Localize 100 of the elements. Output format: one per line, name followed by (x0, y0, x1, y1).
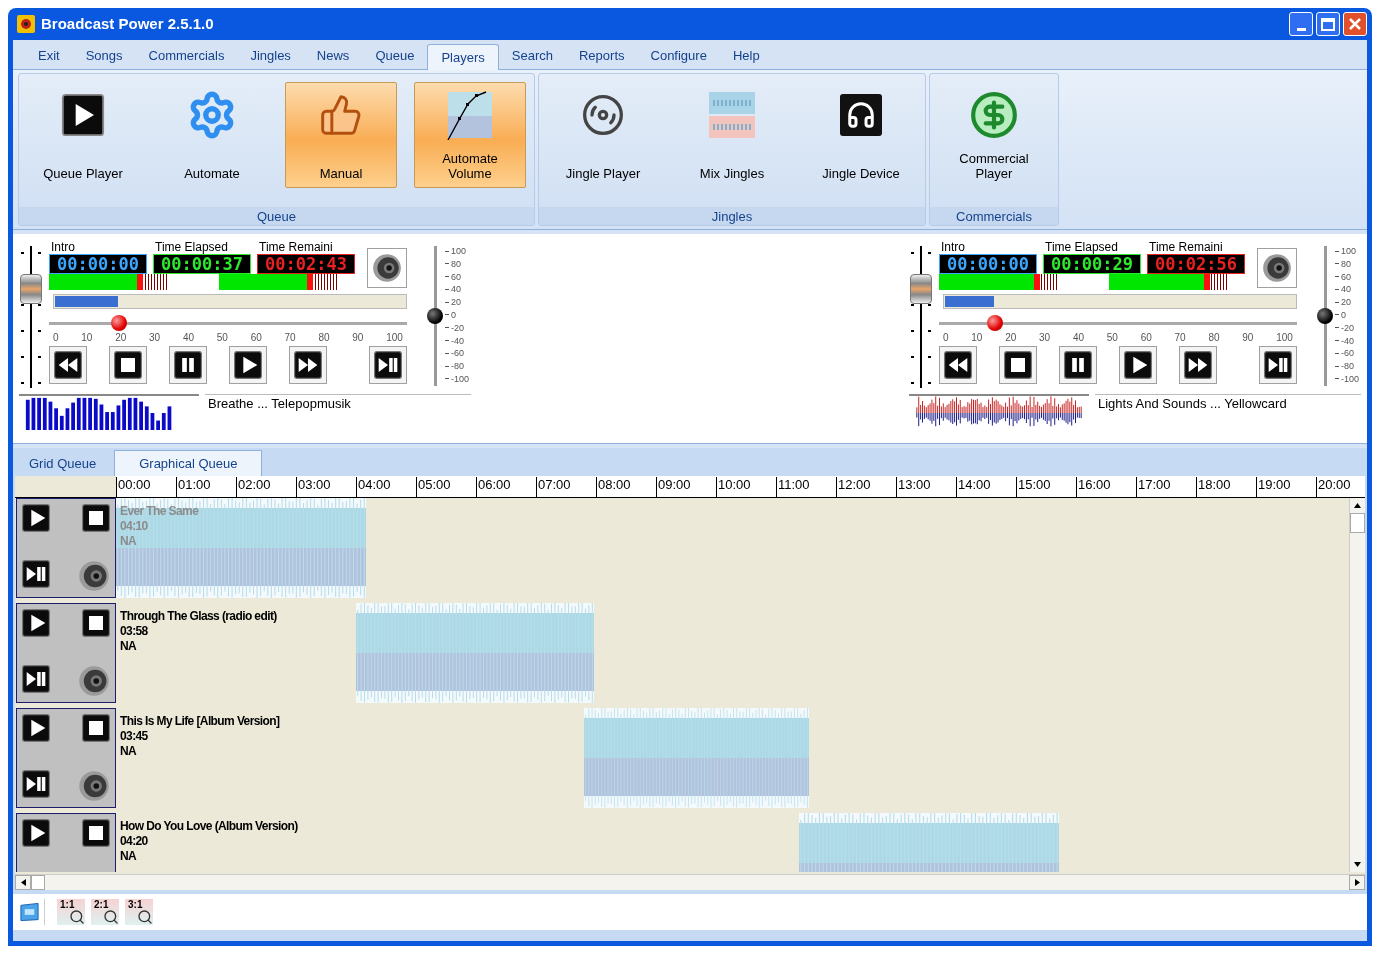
pause-button[interactable] (169, 346, 207, 384)
stop-button[interactable] (109, 346, 147, 384)
pause-button[interactable] (1059, 346, 1097, 384)
menu-tab[interactable]: News (303, 43, 363, 69)
ribbon-button[interactable]: Commercial Player (938, 82, 1050, 188)
fader[interactable] (909, 246, 933, 388)
ribbon-button[interactable]: Jingle Player (547, 82, 659, 188)
scrollbar-thumb[interactable] (1350, 513, 1365, 533)
menu-tab[interactable]: Reports (566, 43, 638, 69)
time-label: 07:00 (536, 477, 571, 497)
zoom-button[interactable]: 1:1 (57, 899, 85, 925)
play-pause-button[interactable] (19, 767, 53, 801)
zoom-button[interactable]: 2:1 (91, 899, 119, 925)
scale-label: 40 (1341, 284, 1351, 295)
ribbon-button[interactable]: Mix Jingles (676, 82, 788, 188)
scale-label: -40 (1341, 335, 1354, 346)
scale-label: 40 (182, 332, 195, 344)
timer-label: Time Remaini (258, 240, 334, 254)
fader[interactable] (19, 246, 43, 388)
speaker-icon (77, 769, 111, 803)
ribbon-button[interactable]: Automate (156, 82, 268, 188)
scroll-down-icon[interactable] (1354, 862, 1361, 867)
magnifier-icon (137, 909, 153, 925)
stop-button[interactable] (79, 606, 113, 640)
speaker-icon (371, 252, 403, 284)
play-pause-button[interactable] (19, 662, 53, 696)
rewind-icon (54, 351, 82, 379)
ribbon-button[interactable]: Queue Player (27, 82, 139, 188)
horizontal-scrollbar[interactable] (15, 874, 1365, 890)
scroll-left-icon[interactable] (20, 879, 26, 886)
volume-slider[interactable] (1317, 246, 1333, 386)
play-icon (22, 609, 50, 637)
menu-tab[interactable]: Commercials (135, 43, 238, 69)
queue-tab[interactable]: Graphical Queue (114, 450, 263, 476)
magnifier-icon (69, 909, 85, 925)
play-button[interactable] (19, 501, 53, 535)
position-slider[interactable] (49, 315, 407, 331)
time-display: 00:00:00 (939, 254, 1037, 274)
play-pause-button[interactable] (369, 346, 407, 384)
fast-forward-button[interactable] (289, 346, 327, 384)
close-button[interactable] (1343, 12, 1367, 36)
menu-tab[interactable]: Help (719, 43, 773, 69)
timer-label: Time Elapsed (1044, 240, 1119, 254)
stop-icon (82, 504, 110, 532)
time-label: 16:00 (1076, 477, 1111, 497)
play-button[interactable] (229, 346, 267, 384)
menu-tab[interactable]: Search (498, 43, 566, 69)
play-button[interactable] (19, 816, 53, 850)
scale-label: 80 (1341, 258, 1351, 269)
scale-label: 20 (451, 297, 461, 308)
menu-tab[interactable]: Players (427, 44, 499, 70)
time-label: 14:00 (956, 477, 991, 497)
speaker-button[interactable] (367, 248, 407, 288)
play-pause-icon (22, 560, 50, 588)
speaker-button[interactable] (1257, 248, 1297, 288)
play-pause-icon (1264, 351, 1292, 379)
play-button[interactable] (19, 606, 53, 640)
scale-label: 20 (115, 332, 127, 344)
menu-tab[interactable]: Jingles (237, 43, 304, 69)
zoom-button[interactable]: 3:1 (125, 899, 153, 925)
stop-button[interactable] (79, 711, 113, 745)
stop-button[interactable] (999, 346, 1037, 384)
menu-tab[interactable]: Queue (362, 43, 428, 69)
queue-view-button[interactable] (19, 899, 45, 925)
play-pause-button[interactable] (1259, 346, 1297, 384)
vertical-scrollbar[interactable] (1349, 498, 1365, 872)
scale-label: -60 (451, 348, 464, 359)
song-artist: NA (120, 534, 138, 549)
menu-tab[interactable]: Configure (637, 43, 720, 69)
play-button[interactable] (19, 711, 53, 745)
scroll-up-icon[interactable] (1354, 503, 1361, 508)
song-artist: NA (120, 849, 138, 864)
pause-icon (174, 351, 202, 379)
scale-label: 60 (1140, 332, 1152, 344)
menu-tab[interactable]: Songs (72, 43, 136, 69)
ribbon-button[interactable]: Manual (285, 82, 397, 188)
scale-label: 50 (1106, 332, 1118, 344)
stop-button[interactable] (79, 501, 113, 535)
scrollbar-thumb[interactable] (31, 875, 45, 890)
queue-tab[interactable]: Grid Queue (15, 452, 111, 476)
ribbon-button[interactable]: Automate Volume (414, 82, 526, 188)
fast-forward-button[interactable] (1179, 346, 1217, 384)
volume-slider[interactable] (427, 246, 443, 386)
stop-button[interactable] (79, 816, 113, 850)
rewind-button[interactable] (939, 346, 977, 384)
position-slider[interactable] (939, 315, 1297, 331)
menu-tab[interactable]: Exit (25, 43, 73, 69)
time-label: 18:00 (1196, 477, 1231, 497)
time-label: 06:00 (476, 477, 511, 497)
app-logo-icon (17, 15, 35, 33)
maximize-button[interactable] (1316, 12, 1340, 36)
play-button[interactable] (1119, 346, 1157, 384)
scroll-right-icon[interactable] (1354, 879, 1360, 886)
play-icon (22, 504, 50, 532)
time-label: 08:00 (596, 477, 631, 497)
window-title: Broadcast Power 2.5.1.0 (41, 13, 214, 34)
play-pause-button[interactable] (19, 557, 53, 591)
minimize-button[interactable] (1289, 12, 1313, 36)
scale-label: 0 (1341, 310, 1346, 320)
rewind-button[interactable] (49, 346, 87, 384)
